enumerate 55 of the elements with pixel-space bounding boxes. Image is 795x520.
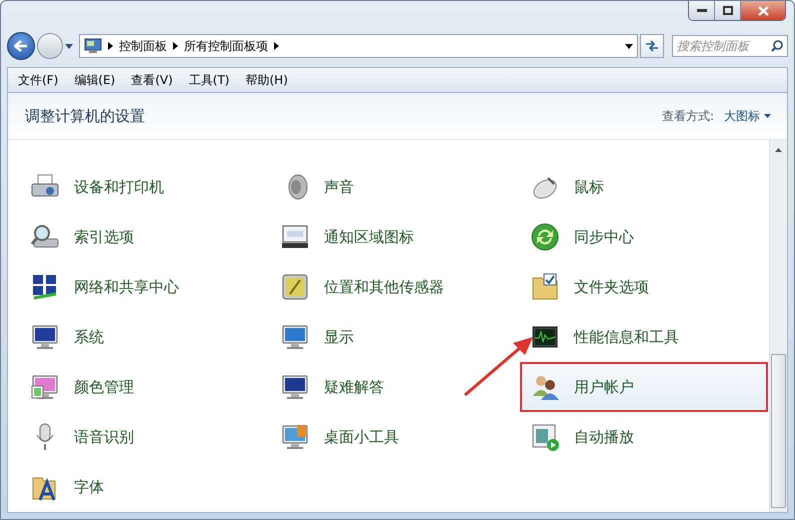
dropdown-caret-icon[interactable] <box>625 44 633 48</box>
folder-icon <box>530 272 560 302</box>
control-panel-item[interactable]: 设备和打印机 <box>20 162 270 212</box>
refresh-icon <box>645 40 659 52</box>
control-panel-item[interactable]: 自动播放 <box>520 412 768 462</box>
chevron-icon[interactable] <box>108 42 113 50</box>
menu-item[interactable]: 查看(V) <box>125 70 179 90</box>
control-panel-item[interactable]: 通知区域图标 <box>270 212 520 262</box>
menu-item[interactable]: 编辑(E) <box>68 70 122 90</box>
autoplay-icon <box>530 422 560 452</box>
map-device-icon <box>280 272 310 302</box>
control-panel-item[interactable]: 系统 <box>20 312 270 362</box>
back-button[interactable] <box>7 32 35 60</box>
control-panel-item[interactable]: 桌面小工具 <box>270 412 520 462</box>
search-field[interactable]: 搜索控制面板 <box>672 35 788 57</box>
refresh-button[interactable] <box>640 34 664 58</box>
chevron-icon[interactable] <box>173 42 178 50</box>
menu-item[interactable]: 工具(T) <box>182 70 236 90</box>
chevron-icon[interactable] <box>274 42 279 50</box>
sync-icon <box>530 222 560 252</box>
minimize-icon <box>696 8 706 12</box>
maximize-icon <box>722 6 732 15</box>
page-title: 调整计算机的设置 <box>25 106 146 126</box>
control-panel-item[interactable]: 声音 <box>270 162 520 212</box>
scroll-up-arrow-icon[interactable] <box>775 148 782 152</box>
minimize-button[interactable] <box>689 1 715 20</box>
control-panel-item[interactable]: 索引选项 <box>20 212 270 262</box>
view-by-label: 查看方式: <box>662 108 714 124</box>
control-panel-item[interactable]: 位置和其他传感器 <box>270 262 520 312</box>
back-arrow-icon <box>14 40 28 52</box>
control-panel-item[interactable]: 鼠标 <box>520 162 768 212</box>
scrollbar[interactable] <box>769 140 787 512</box>
dropdown-caret-icon <box>764 114 771 118</box>
control-panel-item[interactable]: 性能信息和工具 <box>520 312 768 362</box>
control-panel-item[interactable]: 字体 <box>20 462 270 512</box>
dropdown-caret-icon[interactable] <box>65 44 73 48</box>
control-panel-item[interactable]: 显示 <box>270 312 520 362</box>
control-panel-item[interactable]: 网络和共享中心 <box>20 262 270 312</box>
close-icon <box>758 6 768 16</box>
control-panel-item[interactable]: 文件夹选项 <box>520 262 768 312</box>
menu-item[interactable]: 文件(F) <box>12 70 64 90</box>
breadcrumb-link[interactable]: 所有控制面板项 <box>184 38 268 54</box>
menu-item[interactable]: 帮助(H) <box>240 70 294 90</box>
view-mode-dropdown[interactable]: 大图标 <box>724 108 771 124</box>
highlighted-control-panel-item[interactable]: 用户帐户 <box>520 362 768 412</box>
control-panel-item[interactable]: 语音识别 <box>20 412 270 462</box>
maximize-button[interactable] <box>715 1 741 20</box>
control-panel-icon <box>84 38 102 54</box>
control-panel-item[interactable]: 同步中心 <box>520 212 768 262</box>
control-panel-item[interactable]: 疑难解答 <box>270 362 520 412</box>
search-icon[interactable] <box>771 40 783 52</box>
breadcrumb-link[interactable]: 控制面板 <box>119 38 167 54</box>
control-panel-item[interactable]: 颜色管理 <box>20 362 270 412</box>
close-button[interactable] <box>741 1 785 20</box>
gadget-monitor-icon <box>280 422 310 452</box>
